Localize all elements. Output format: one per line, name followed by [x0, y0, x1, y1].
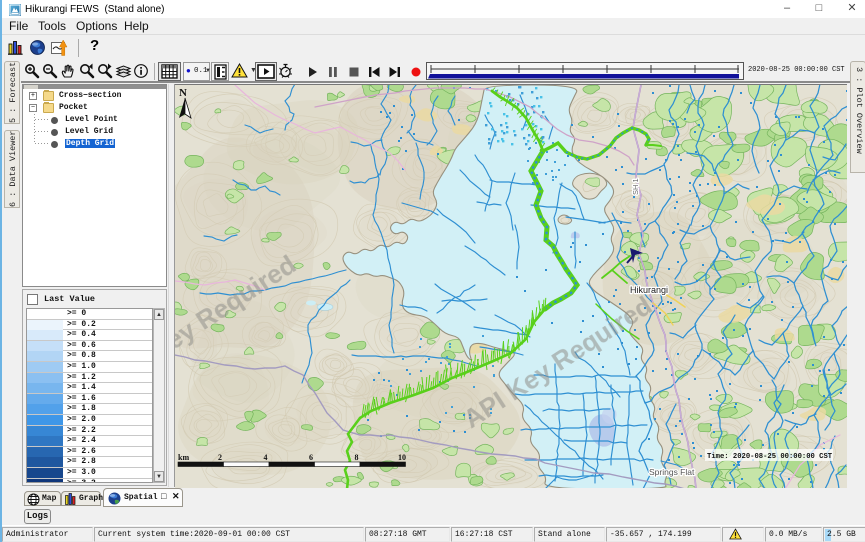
svg-text:km: km [178, 453, 189, 462]
svg-text:6: 6 [309, 453, 313, 462]
svg-text:N: N [179, 87, 187, 99]
svg-text:SH 1: SH 1 [631, 178, 640, 195]
svg-text:4: 4 [264, 453, 268, 462]
svg-text:2: 2 [218, 453, 222, 462]
svg-text:Springs Flat: Springs Flat [649, 467, 695, 477]
svg-text:8: 8 [355, 453, 359, 462]
svg-text:Hikurangi: Hikurangi [630, 285, 668, 295]
svg-text:10: 10 [398, 453, 406, 462]
svg-text:Time: 2020-08-25 00:00:00 CST: Time: 2020-08-25 00:00:00 CST [707, 453, 833, 461]
